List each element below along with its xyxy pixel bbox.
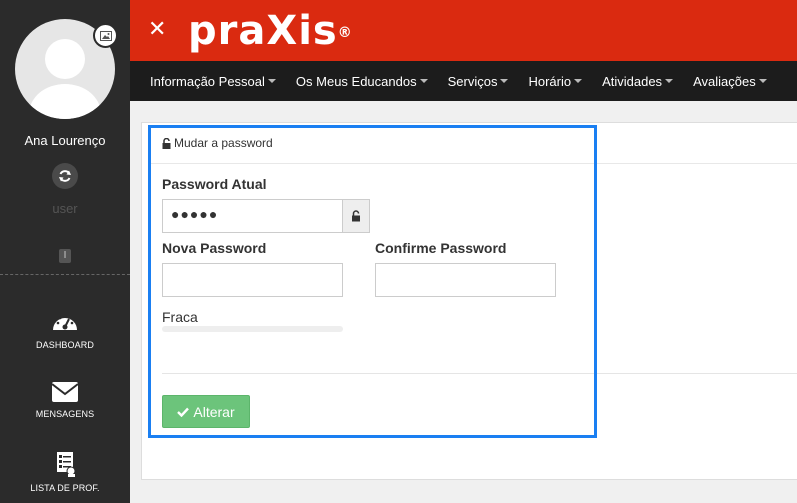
nav-atividades[interactable]: Atividades (602, 73, 674, 89)
sidebar-item-label: LISTA DE PROF. (30, 483, 100, 493)
focus-highlight (148, 125, 597, 438)
caret-down-icon (665, 79, 674, 83)
nav-horario[interactable]: Horário (528, 73, 583, 89)
teacher-list-icon (57, 452, 76, 477)
user-role: user (52, 201, 78, 216)
indicator-tag: I (59, 249, 71, 263)
sidebar-item-label: DASHBOARD (36, 340, 94, 350)
sidebar-item-mensagens[interactable]: MENSAGENS (0, 381, 130, 419)
close-icon[interactable]: ✕ (148, 18, 166, 42)
switch-profile-button[interactable] (52, 163, 78, 189)
caret-down-icon (574, 79, 583, 83)
praxis-logo[interactable]: praXis® (188, 6, 353, 56)
nav-informacao-pessoal[interactable]: Informação Pessoal (150, 74, 276, 89)
logo-text: praXis (188, 8, 338, 54)
nav-label: Atividades (602, 73, 663, 89)
sidebar-divider (0, 274, 130, 275)
sidebar-item-dashboard[interactable]: DASHBOARD (0, 310, 130, 350)
registered-mark: ® (337, 25, 353, 41)
sidebar: Ana Lourenço user I DASHBOARD MENSAGENS (0, 0, 130, 503)
nav-avaliacoes[interactable]: Avaliações (693, 74, 767, 89)
top-header: ✕ praXis® (130, 0, 797, 61)
caret-down-icon (758, 79, 767, 83)
image-icon (99, 30, 112, 41)
sidebar-item-lista-prof[interactable]: LISTA DE PROF. (0, 451, 130, 493)
dashboard-icon (53, 314, 77, 330)
main-navbar: Informação Pessoal Os Meus Educandos Ser… (130, 61, 797, 101)
nav-label: Serviços (447, 73, 498, 89)
user-name: Ana Lourenço (24, 133, 106, 148)
sidebar-item-label: MENSAGENS (35, 409, 95, 419)
nav-servicos[interactable]: Serviços (448, 74, 509, 89)
envelope-icon (51, 382, 79, 402)
nav-label: Os Meus Educandos (295, 73, 417, 89)
nav-os-meus-educandos[interactable]: Os Meus Educandos (296, 74, 428, 89)
nav-label: Avaliações (693, 73, 756, 89)
refresh-icon (59, 170, 71, 182)
change-photo-button[interactable] (93, 23, 118, 48)
nav-label: Horário (528, 73, 572, 89)
caret-down-icon (267, 79, 276, 83)
caret-down-icon (419, 79, 428, 83)
nav-label: Informação Pessoal (150, 73, 265, 89)
caret-down-icon (500, 79, 509, 83)
